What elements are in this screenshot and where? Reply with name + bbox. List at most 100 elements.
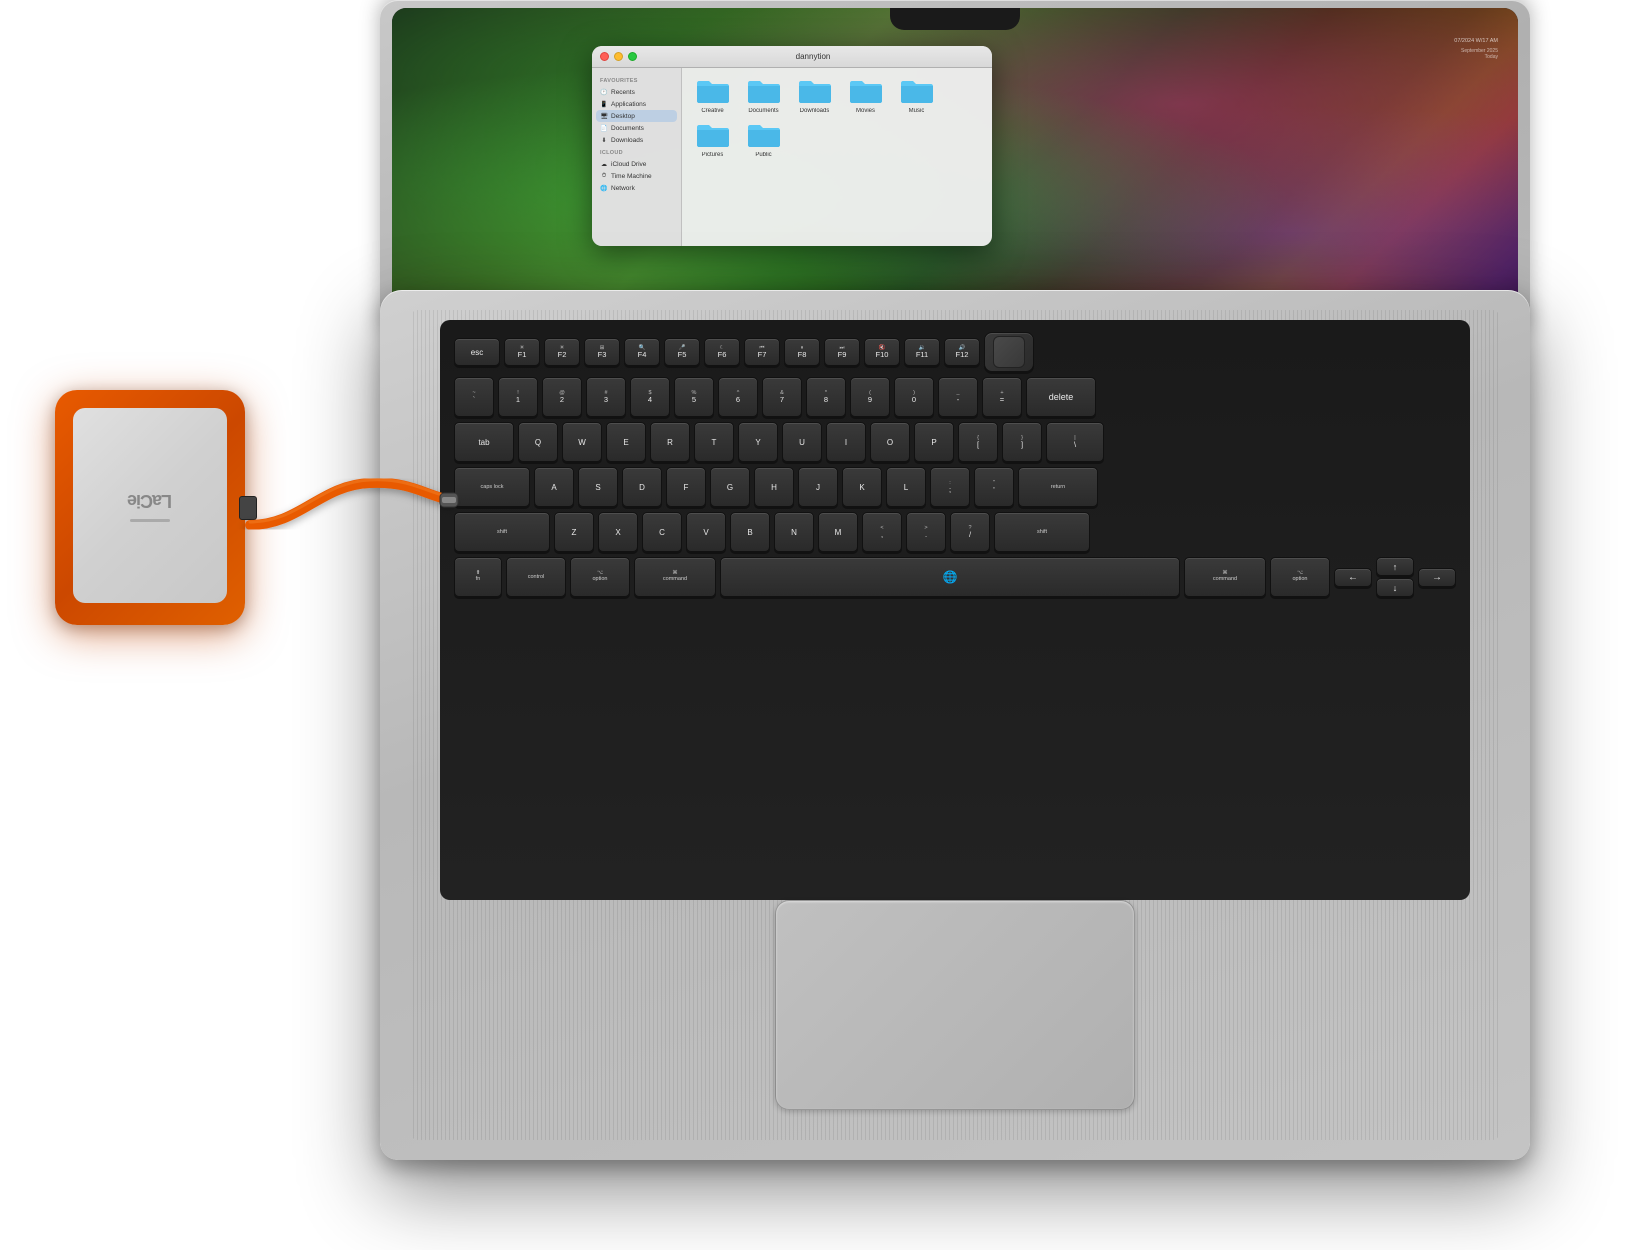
sidebar-item-recents[interactable]: 🕐 Recents [596,86,677,98]
key-option-left[interactable]: ⌥ option [570,557,630,597]
key-9[interactable]: ( 9 [850,377,890,417]
key-shift-left[interactable]: shift [454,512,550,552]
key-equals[interactable]: + = [982,377,1022,417]
key-b[interactable]: B [730,512,770,552]
key-f[interactable]: F [666,467,706,507]
display-screen: dannytion Favourites 🕐 Recents 📱 Applica [392,8,1518,330]
sidebar-item-network[interactable]: 🌐 Network [596,182,677,194]
key-f2[interactable]: ☀ F2 [544,338,580,366]
key-semicolon[interactable]: : ; [930,467,970,507]
key-p[interactable]: P [914,422,954,462]
key-f5[interactable]: 🎤 F5 [664,338,700,366]
key-arrow-right[interactable]: → [1418,568,1456,587]
key-k[interactable]: K [842,467,882,507]
key-minus[interactable]: _ - [938,377,978,417]
key-a[interactable]: A [534,467,574,507]
key-esc[interactable]: esc [454,338,500,366]
key-7[interactable]: & 7 [762,377,802,417]
key-f3[interactable]: ⊞ F3 [584,338,620,366]
key-f9[interactable]: ⏭ F9 [824,338,860,366]
key-touch-id[interactable] [984,332,1034,372]
key-command-right[interactable]: ⌘ command [1184,557,1266,597]
sidebar-item-icloud[interactable]: ☁ iCloud Drive [596,158,677,170]
key-lbracket[interactable]: { [ [958,422,998,462]
key-6[interactable]: ^ 6 [718,377,758,417]
sidebar-item-downloads[interactable]: ⬇ Downloads [596,134,677,146]
key-x[interactable]: X [598,512,638,552]
sidebar-item-desktop[interactable]: 🖥 Desktop [596,110,677,122]
sidebar-item-documents[interactable]: 📄 Documents [596,122,677,134]
key-3[interactable]: # 3 [586,377,626,417]
key-tab[interactable]: tab [454,422,514,462]
key-rbracket[interactable]: } ] [1002,422,1042,462]
key-backslash[interactable]: | \ [1046,422,1104,462]
key-u[interactable]: U [782,422,822,462]
key-caps-lock[interactable]: caps lock [454,467,530,507]
key-f10[interactable]: 🔇 F10 [864,338,900,366]
key-1[interactable]: ! 1 [498,377,538,417]
list-item[interactable]: Music [894,76,939,114]
key-o[interactable]: O [870,422,910,462]
key-q[interactable]: Q [518,422,558,462]
key-w[interactable]: W [562,422,602,462]
key-f12[interactable]: 🔊 F12 [944,338,980,366]
zoom-button[interactable] [628,52,637,61]
key-return[interactable]: return [1018,467,1098,507]
key-f8[interactable]: ⏸ F8 [784,338,820,366]
key-5[interactable]: % 5 [674,377,714,417]
key-f11[interactable]: 🔉 F11 [904,338,940,366]
key-r[interactable]: R [650,422,690,462]
key-option-right[interactable]: ⌥ option [1270,557,1330,597]
key-f7[interactable]: ⏮ F7 [744,338,780,366]
key-slash[interactable]: ? / [950,512,990,552]
key-m[interactable]: M [818,512,858,552]
minimize-button[interactable] [614,52,623,61]
key-space[interactable]: 🌐 [720,557,1180,597]
key-c[interactable]: C [642,512,682,552]
key-d[interactable]: D [622,467,662,507]
key-arrow-down[interactable]: ↓ [1376,578,1414,597]
list-item[interactable]: Public [741,120,786,158]
list-item[interactable]: Documents [741,76,786,114]
key-l[interactable]: L [886,467,926,507]
key-fn[interactable]: ⬆ fn [454,557,502,597]
key-e[interactable]: E [606,422,646,462]
folder-grid: Creative Documents [690,76,984,158]
key-arrow-up[interactable]: ↑ [1376,557,1414,576]
key-comma[interactable]: < , [862,512,902,552]
sidebar-item-timemachine[interactable]: ⏱ Time Machine [596,170,677,182]
key-i[interactable]: I [826,422,866,462]
key-quote[interactable]: " ' [974,467,1014,507]
key-period[interactable]: > . [906,512,946,552]
list-item[interactable]: Creative [690,76,735,114]
key-2[interactable]: @ 2 [542,377,582,417]
key-f6[interactable]: ☾ F6 [704,338,740,366]
key-h[interactable]: H [754,467,794,507]
key-v[interactable]: V [686,512,726,552]
sidebar-item-applications[interactable]: 📱 Applications [596,98,677,110]
key-backtick[interactable]: ~ ` [454,377,494,417]
trackpad[interactable] [775,900,1135,1110]
key-y[interactable]: Y [738,422,778,462]
key-s[interactable]: S [578,467,618,507]
key-command-left[interactable]: ⌘ command [634,557,716,597]
list-item[interactable]: Pictures [690,120,735,158]
close-button[interactable] [600,52,609,61]
key-8[interactable]: * 8 [806,377,846,417]
key-n[interactable]: N [774,512,814,552]
key-z[interactable]: Z [554,512,594,552]
key-f1[interactable]: ☀ F1 [504,338,540,366]
lacie-drive: LaCie [50,380,250,630]
key-0[interactable]: ) 0 [894,377,934,417]
key-t[interactable]: T [694,422,734,462]
key-f4[interactable]: 🔍 F4 [624,338,660,366]
key-shift-right[interactable]: shift [994,512,1090,552]
key-j[interactable]: J [798,467,838,507]
key-4[interactable]: $ 4 [630,377,670,417]
key-arrow-left[interactable]: ← [1334,568,1372,587]
key-control[interactable]: control [506,557,566,597]
list-item[interactable]: Movies [843,76,888,114]
key-g[interactable]: G [710,467,750,507]
list-item[interactable]: Downloads [792,76,837,114]
key-delete[interactable]: delete [1026,377,1096,417]
